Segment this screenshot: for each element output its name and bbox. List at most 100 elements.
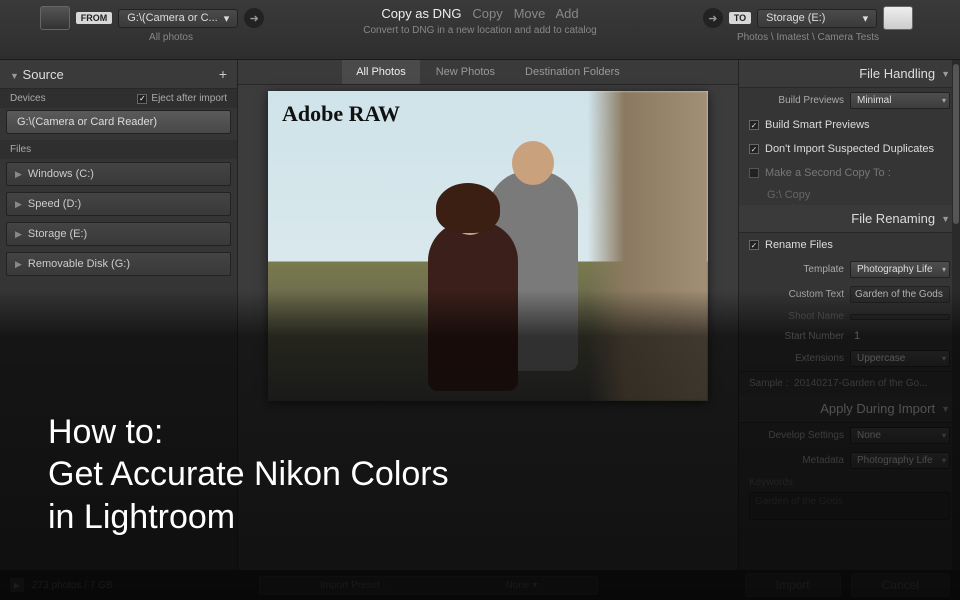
start-number-value: 1: [850, 330, 950, 342]
forward-arrow-button[interactable]: ➜: [244, 8, 264, 28]
center-subline: Convert to DNG in a new location and add…: [292, 25, 668, 36]
tab-new-photos[interactable]: New Photos: [422, 60, 509, 84]
devices-label: Devices: [10, 93, 46, 104]
second-copy-checkbox[interactable]: Make a Second Copy To :: [739, 161, 960, 185]
sample-row: Sample : 20140217-Garden of the Go...: [739, 371, 960, 395]
tab-destination-folders[interactable]: Destination Folders: [511, 60, 634, 84]
to-path-select[interactable]: Storage (E:) ▾: [757, 9, 877, 28]
select-value: Minimal: [857, 95, 891, 106]
add-source-button[interactable]: +: [219, 66, 227, 82]
play-icon[interactable]: ▶: [10, 578, 24, 592]
to-arrow-button[interactable]: ➜: [703, 8, 723, 28]
shoot-name-input[interactable]: [850, 314, 950, 320]
scrollbar-thumb[interactable]: [953, 64, 959, 224]
chevron-down-icon: ▾: [942, 431, 946, 440]
source-panel-header[interactable]: ▼ Source +: [0, 60, 237, 89]
title-line-3: in Lightroom: [48, 496, 449, 539]
center-tabs: All Photos New Photos Destination Folder…: [238, 60, 738, 85]
triangle-down-icon: ▼: [941, 69, 950, 79]
develop-settings-select[interactable]: None▾: [850, 427, 950, 444]
cancel-button[interactable]: Cancel: [851, 573, 950, 597]
file-renaming-header[interactable]: File Renaming ▼: [739, 205, 960, 233]
build-previews-label: Build Previews: [778, 95, 844, 106]
build-previews-select[interactable]: Minimal▾: [850, 92, 950, 109]
chevron-down-icon: ▾: [224, 12, 230, 25]
file-handling-header[interactable]: File Handling ▼: [739, 60, 960, 88]
from-path-text: G:\(Camera or C...: [127, 12, 217, 24]
smart-previews-label: Build Smart Previews: [765, 119, 870, 131]
bottom-left: ▶ 273 photos / 7 GB: [10, 578, 113, 592]
drive-row-g[interactable]: ▶Removable Disk (G:): [6, 252, 231, 276]
import-button[interactable]: Import: [745, 573, 841, 597]
source-drive-icon: [40, 6, 70, 30]
metadata-select[interactable]: Photography Life▾: [850, 452, 950, 469]
device-row[interactable]: G:\(Camera or Card Reader): [6, 110, 231, 134]
file-handling-title: File Handling: [859, 66, 935, 81]
chevron-down-icon: ▾: [942, 354, 946, 363]
template-select[interactable]: Photography Life▾: [850, 261, 950, 278]
custom-text-label: Custom Text: [789, 289, 844, 300]
triangle-down-icon: ▼: [941, 214, 950, 224]
apply-during-import-header[interactable]: Apply During Import ▼: [739, 395, 960, 423]
start-number-label: Start Number: [785, 331, 844, 342]
drive-row-d[interactable]: ▶ Speed (D:): [6, 192, 231, 216]
dest-drive-icon: [883, 6, 913, 30]
copy-as-dng-tab[interactable]: Copy as DNG: [381, 6, 461, 21]
keywords-input[interactable]: Garden of the Gods: [749, 492, 950, 520]
photo-label: Adobe RAW: [282, 101, 400, 127]
caret-right-icon: ▶: [15, 169, 22, 180]
add-tab[interactable]: Add: [556, 6, 579, 21]
bottom-bar: ▶ 273 photos / 7 GB Import Preset : None…: [0, 570, 960, 600]
top-left: FROM G:\(Camera or C... ▾ ➜ All photos: [12, 6, 292, 43]
preset-value: None ▾: [506, 580, 538, 591]
eject-after-import-checkbox[interactable]: Eject after import: [137, 93, 227, 104]
checkbox-icon: ✓: [749, 120, 759, 130]
import-preset-select[interactable]: Import Preset : None ▾: [259, 576, 598, 595]
files-label: Files: [0, 140, 237, 159]
to-badge: TO: [729, 12, 751, 24]
copy-tab[interactable]: Copy: [472, 6, 502, 21]
person-icon: [428, 221, 518, 391]
source-title: Source: [23, 67, 64, 82]
checkbox-icon: [137, 94, 147, 104]
scrollbar-track[interactable]: [952, 60, 960, 570]
develop-settings-row: Develop Settings None▾: [739, 423, 960, 448]
title-line-2: Get Accurate Nikon Colors: [48, 453, 449, 496]
keywords-label: Keywords: [739, 473, 960, 488]
checkbox-icon: [749, 168, 759, 178]
second-copy-label: Make a Second Copy To :: [765, 167, 891, 179]
no-duplicates-checkbox[interactable]: ✓Don't Import Suspected Duplicates: [739, 137, 960, 161]
drive-row-e[interactable]: ▶Storage (E:): [6, 222, 231, 246]
photo-preview[interactable]: Adobe RAW: [268, 91, 708, 401]
metadata-label: Metadata: [802, 455, 844, 466]
drive-label: Speed (D:): [28, 198, 81, 210]
checkbox-icon: ✓: [749, 240, 759, 250]
move-tab[interactable]: Move: [514, 6, 546, 21]
drive-row-c[interactable]: ▶ Windows (C:): [6, 162, 231, 186]
caret-right-icon: ▶: [15, 199, 22, 210]
shoot-name-label: Shoot Name: [788, 311, 844, 322]
to-subline: Photos \ Imatest \ Camera Tests: [737, 32, 879, 43]
select-value: Photography Life: [857, 264, 933, 275]
extensions-select[interactable]: Uppercase▾: [850, 350, 950, 367]
rename-files-checkbox[interactable]: ✓Rename Files: [739, 233, 960, 257]
caret-right-icon: ▶: [15, 259, 22, 270]
custom-text-row: Custom Text Garden of the Gods: [739, 282, 960, 307]
smart-previews-checkbox[interactable]: ✓ Build Smart Previews: [739, 113, 960, 137]
drive-label: Windows (C:): [28, 168, 94, 180]
sample-label: Sample :: [749, 378, 788, 389]
sample-value: 20140217-Garden of the Go...: [794, 378, 927, 389]
tab-all-photos[interactable]: All Photos: [342, 60, 420, 84]
from-path-select[interactable]: G:\(Camera or C... ▾: [118, 9, 238, 28]
no-duplicates-label: Don't Import Suspected Duplicates: [765, 143, 934, 155]
bottom-center: Import Preset : None ▾: [123, 576, 735, 595]
devices-subheader: Devices Eject after import: [0, 89, 237, 108]
custom-text-input[interactable]: Garden of the Gods: [850, 286, 950, 303]
chevron-down-icon: ▾: [863, 12, 869, 25]
triangle-down-icon: ▼: [10, 71, 19, 81]
preset-label: Import Preset :: [320, 580, 386, 591]
template-row: Template Photography Life▾: [739, 257, 960, 282]
start-number-row: Start Number 1: [739, 326, 960, 346]
triangle-down-icon: ▼: [941, 404, 950, 414]
title-line-1: How to:: [48, 411, 449, 454]
